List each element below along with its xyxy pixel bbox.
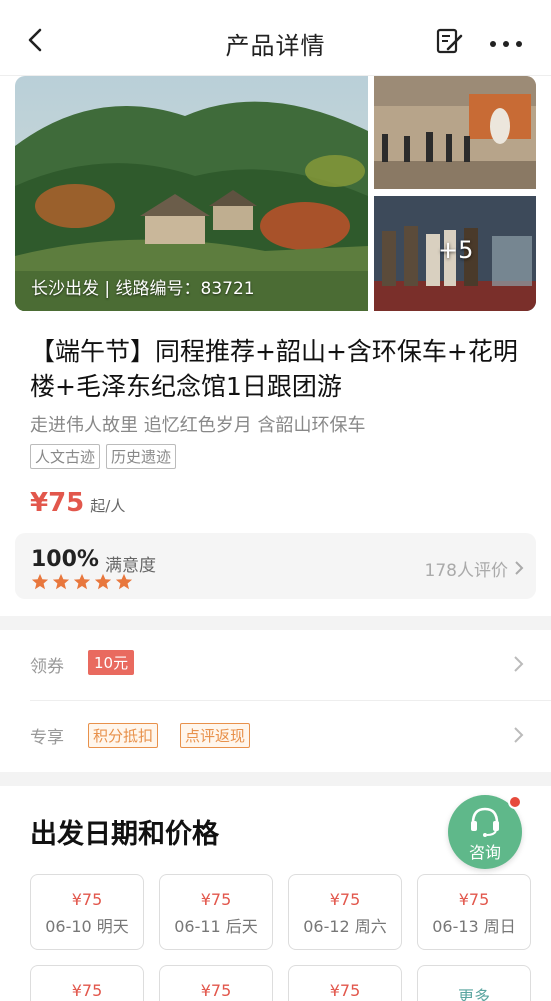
consult-label: 咨询 [468,843,501,862]
date-option[interactable]: ¥75 06-10 明天 [30,874,144,950]
departure-dates-title: 出发日期和价格 [30,819,219,850]
date-price: ¥75 [71,981,103,1000]
review-count[interactable]: 178人评价 [425,556,508,581]
date-option[interactable]: ¥75 06-13 周日 [417,874,531,950]
coupon-label: 领券 [30,657,64,677]
more-options-icon[interactable] [488,30,524,54]
headset-icon [471,807,499,837]
coupon-badge[interactable]: 10元 [88,650,135,675]
page-title: 产品详情 [225,32,326,60]
date-price: ¥75 [200,981,232,1000]
price-unit: 起/人 [90,497,126,515]
tag-historic-sites: 历史遗迹 [106,444,177,469]
star-icon [73,573,91,590]
price-value: ¥75 [30,488,85,518]
photo-gallery[interactable]: 长沙出发 | 线路编号：83721 +5 [15,76,536,311]
product-subtitle: 走进伟人故里 追忆红色岁月 含韶山环保车 [30,415,366,436]
more-photos-count: +5 [438,236,474,264]
chevron-right-icon [514,656,524,672]
satisfaction-percent: 100% [31,547,99,572]
chevron-right-icon [514,727,524,743]
price: ¥75 起/人 [30,488,125,518]
date-option[interactable]: ¥75 [288,965,402,1001]
more-dates-label: 更多 [457,987,490,1001]
chevron-right-icon [515,561,524,575]
date-price: ¥75 [458,890,490,909]
main-photo[interactable]: 长沙出发 | 线路编号：83721 [15,76,368,311]
section-separator [0,616,551,630]
date-option[interactable]: ¥75 [30,965,144,1001]
perk-points-deduction[interactable]: 积分抵扣 [88,723,159,748]
museum-hall-image [374,76,536,189]
date-label: 06-10 明天 [45,917,129,936]
rating-card[interactable]: 100% 满意度 178人评价 [15,533,536,599]
route-caption: 长沙出发 | 线路编号：83721 [31,279,255,299]
star-icon [31,573,49,590]
perks-row[interactable]: 专享 积分抵扣 点评返现 [0,701,551,771]
more-dates-button[interactable]: 更多 [417,965,531,1001]
tag-cultural-sites: 人文古迹 [30,444,101,469]
coupon-row[interactable]: 领券 10元 [0,630,551,700]
star-icon [94,573,112,590]
date-label: 06-13 周日 [432,917,516,936]
date-option[interactable]: ¥75 [159,965,273,1001]
date-price: ¥75 [329,890,361,909]
star-icon [115,573,133,590]
date-label: 06-11 后天 [174,917,258,936]
perk-review-cashback[interactable]: 点评返现 [180,723,251,748]
star-icon [52,573,70,590]
date-price: ¥75 [71,890,103,909]
date-label: 06-12 周六 [303,917,387,936]
section-separator [0,772,551,786]
date-option[interactable]: ¥75 06-11 后天 [159,874,273,950]
date-price: ¥75 [200,890,232,909]
star-rating [31,573,133,591]
consult-button[interactable]: 咨询 [448,795,522,869]
product-tags: 人文古迹 历史遗迹 [30,444,177,469]
date-option[interactable]: ¥75 06-12 周六 [288,874,402,950]
thumbnail-photo-2[interactable]: +5 [374,196,536,311]
edit-note-icon[interactable] [434,26,464,56]
date-price: ¥75 [329,981,361,1000]
perks-label: 专享 [30,728,64,748]
top-bar: 产品详情 [0,0,551,76]
thumbnail-photo-1[interactable] [374,76,536,189]
notification-dot [508,795,522,809]
product-title: 【端午节】同程推荐+韶山+含环保车+花明楼+毛泽东纪念馆1日跟团游 [30,337,518,401]
